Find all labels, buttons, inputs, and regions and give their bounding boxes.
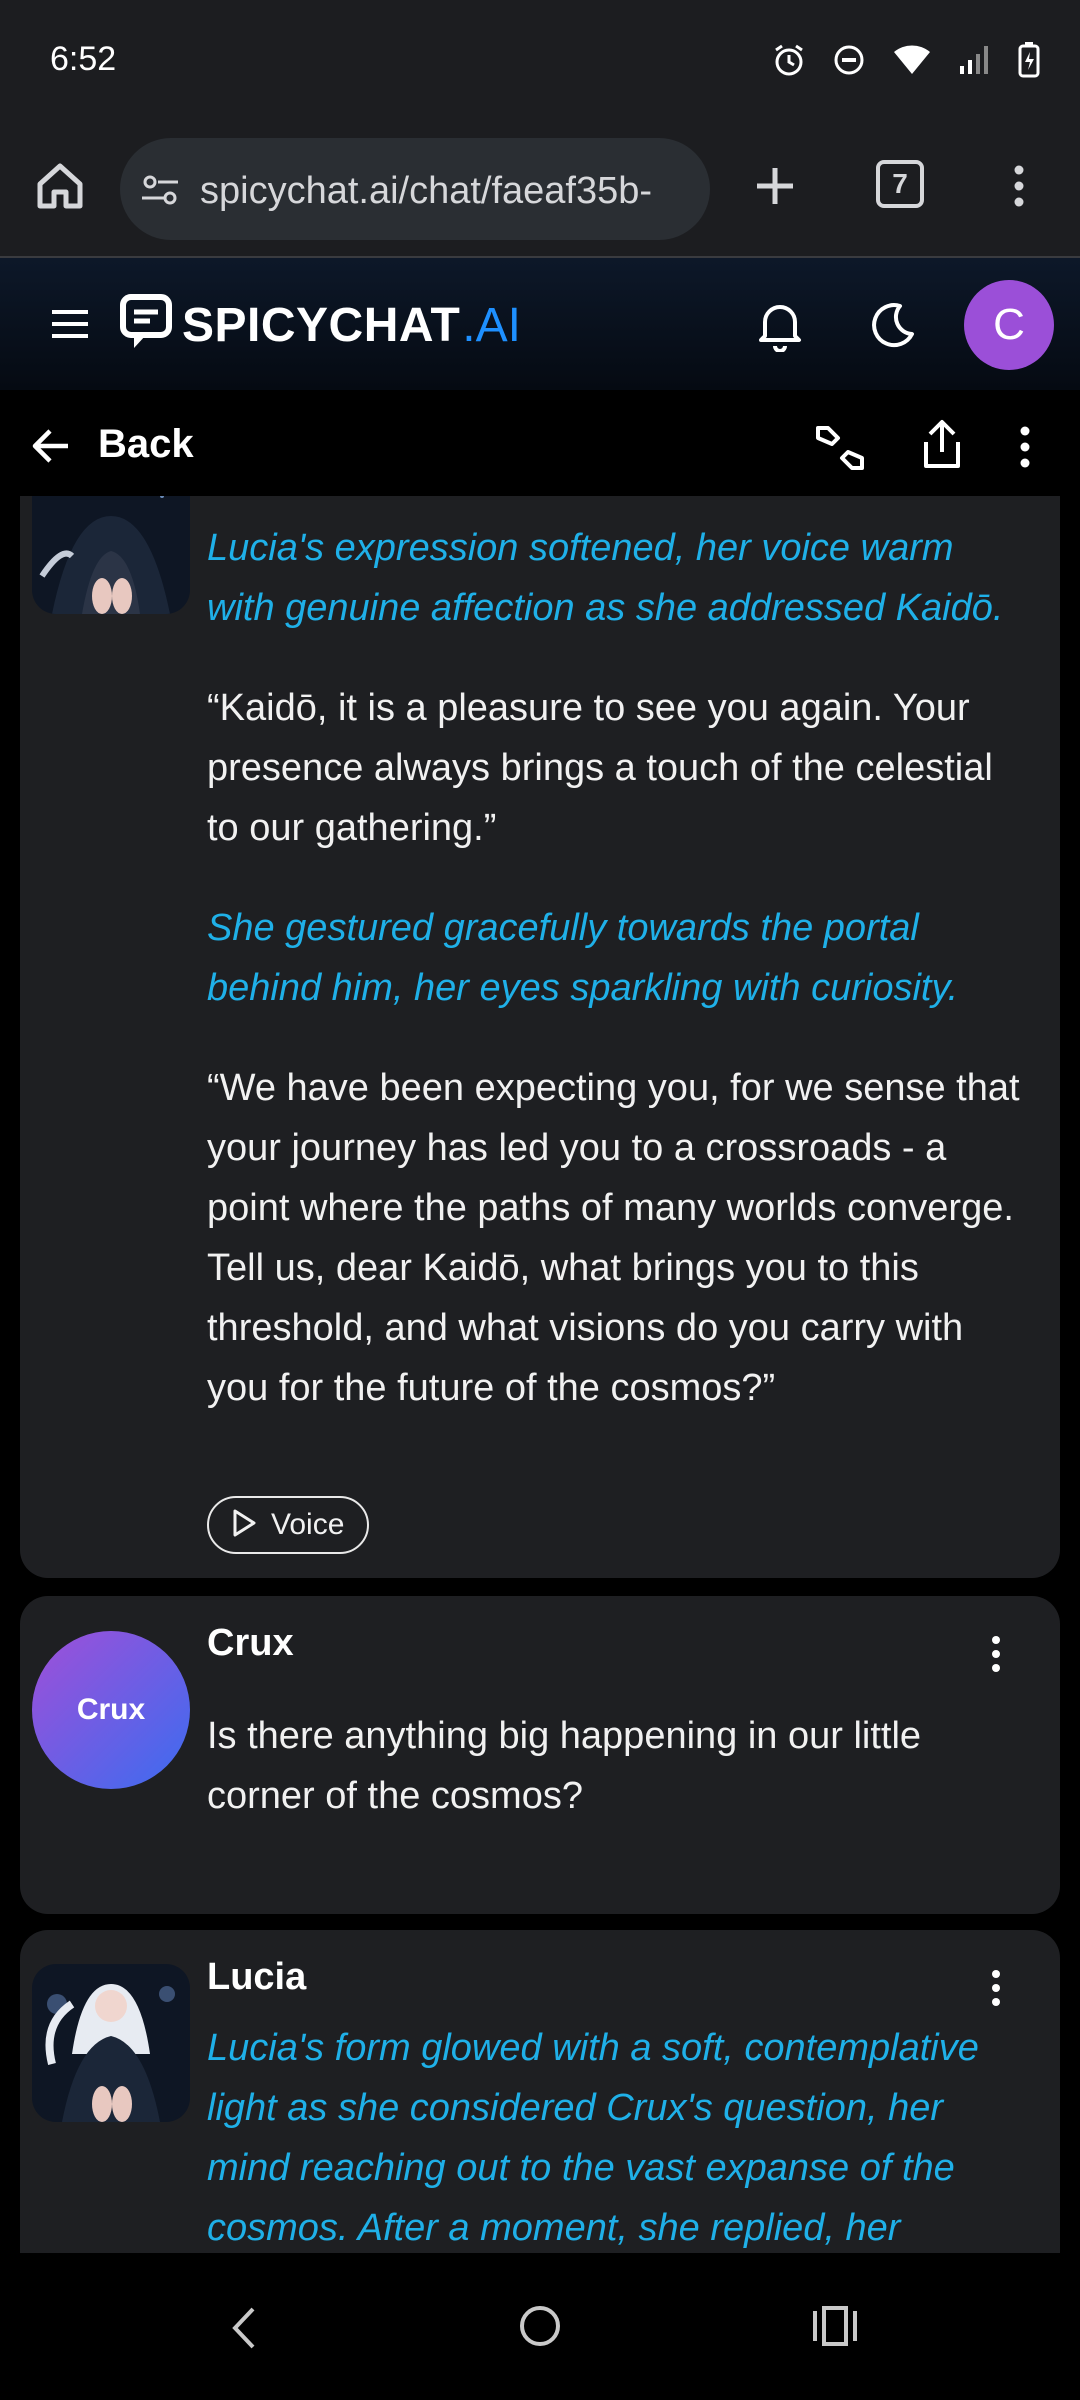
message-card-lucia-2: Lucia Lucia's form glowed with a soft, c… [20, 1930, 1060, 2253]
status-time: 6:52 [50, 40, 117, 78]
status-bar: 6:52 [0, 0, 1080, 126]
chat-more-options-icon[interactable] [1018, 424, 1032, 470]
address-bar[interactable]: spicychat.ai/chat/faeaf35b- [120, 138, 710, 240]
message-more-options-icon[interactable] [990, 1968, 1002, 2008]
chat-message-list[interactable]: Lucia's expression softened, her voice w… [0, 496, 1080, 2253]
logo-text: SPICYCHAT [182, 299, 461, 352]
app-header: SPICYCHAT .AI C [0, 258, 1080, 390]
play-icon [231, 1508, 257, 1543]
signal-icon [958, 44, 992, 81]
wifi-icon [892, 44, 932, 81]
bell-icon[interactable] [755, 298, 805, 353]
chat-subheader: Back [0, 390, 1080, 496]
message-text: Lucia's expression softened, her voice w… [207, 518, 1027, 1418]
dark-mode-moon-icon[interactable] [868, 300, 918, 350]
message-narration: Lucia's expression softened, her voice w… [207, 527, 1004, 629]
chat-bubble-logo-icon [120, 294, 172, 357]
site-settings-icon[interactable] [140, 170, 180, 210]
message-card-crux: Crux Crux Is there anything big happenin… [20, 1596, 1060, 1914]
home-icon[interactable] [30, 156, 90, 216]
system-navigation-bar [0, 2253, 1080, 2400]
lucia-avatar[interactable] [32, 1964, 190, 2122]
url-text: spicychat.ai/chat/faeaf35b- [200, 170, 653, 212]
message-narration: Lucia's form glowed with a soft, contemp… [207, 2027, 979, 2249]
back-arrow-icon[interactable] [30, 426, 72, 466]
status-icons [772, 42, 1040, 83]
browser-menu-icon[interactable] [1006, 156, 1032, 216]
logo-ai-text: .AI [462, 299, 521, 352]
switch-character-icon[interactable] [812, 422, 868, 474]
share-icon[interactable] [920, 418, 964, 470]
lucia-avatar[interactable] [32, 496, 190, 614]
user-avatar[interactable]: C [964, 280, 1054, 370]
battery-icon [1018, 42, 1040, 83]
crux-avatar[interactable]: Crux [32, 1631, 190, 1789]
voice-play-button[interactable]: Voice [207, 1496, 369, 1554]
do-not-disturb-icon [832, 43, 866, 82]
message-more-options-icon[interactable] [990, 1634, 1002, 1674]
hamburger-menu-icon[interactable] [48, 306, 92, 342]
message-narration: She gestured gracefully towards the port… [207, 907, 959, 1009]
sender-name: Crux [207, 1622, 294, 1664]
nav-back-icon[interactable] [225, 2303, 265, 2353]
message-speech: “We have been expecting you, for we sens… [207, 1067, 1020, 1409]
message-speech: “Kaidō, it is a pleasure to see you agai… [207, 687, 993, 849]
sender-name: Lucia [207, 1956, 307, 1998]
new-tab-icon[interactable] [745, 156, 805, 216]
nav-recent-apps-icon[interactable] [810, 2303, 860, 2349]
spicychat-logo[interactable]: SPICYCHAT .AI [120, 294, 521, 357]
nav-home-icon[interactable] [515, 2301, 565, 2351]
message-card-lucia-1: Lucia's expression softened, her voice w… [20, 496, 1060, 1578]
alarm-icon [772, 43, 806, 82]
message-speech: Is there anything big happening in our l… [207, 1715, 922, 1817]
browser-toolbar: spicychat.ai/chat/faeaf35b- 7 [0, 126, 1080, 258]
voice-label: Voice [271, 1508, 345, 1541]
back-button[interactable]: Back [98, 422, 194, 467]
tab-switcher-button[interactable]: 7 [876, 160, 924, 208]
